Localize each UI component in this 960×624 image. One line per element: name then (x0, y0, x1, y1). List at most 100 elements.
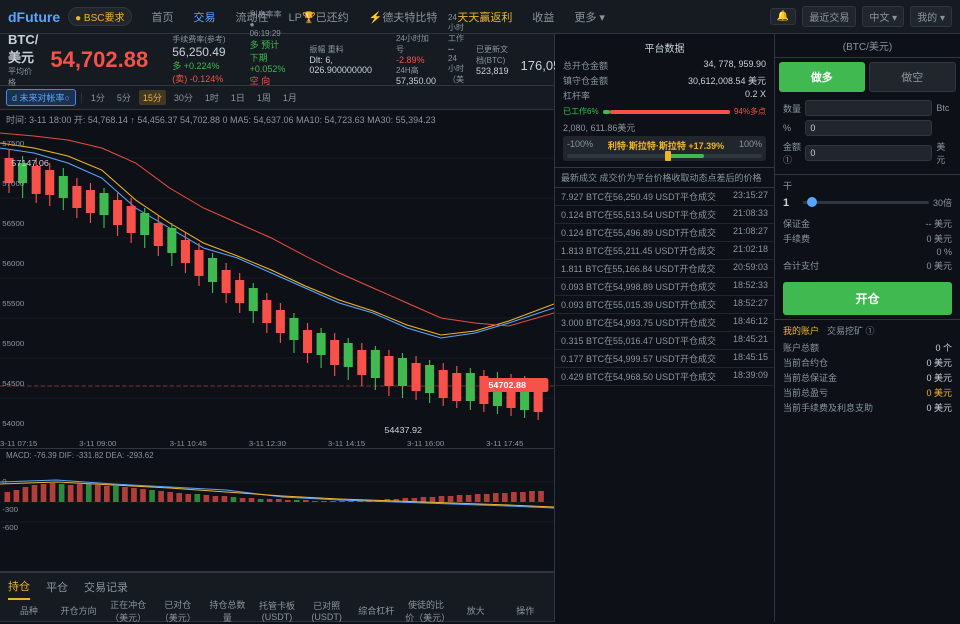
btn-open[interactable]: 开仓 (783, 282, 952, 315)
time-3: 3-11 10:45 (170, 439, 207, 447)
ticker-interest-up: 多 预计下期 +0.052% (250, 38, 286, 74)
trade-item-3: 1.813 BTC在55,211.45 USDT开仓成交 21:02:18 (555, 242, 774, 260)
ticker-doc-value: 523,819 (476, 66, 509, 76)
trade-item-10: 0.429 BTC在54,968.50 USDT平仓成交 18:39:09 (555, 368, 774, 386)
tf-15m[interactable]: 15分 (139, 90, 166, 105)
chart-high-label: 57147.06 (11, 159, 49, 168)
tf-1mo[interactable]: 1月 (279, 90, 301, 105)
trade-desc-1: 0.124 BTC在55,513.54 USDT平仓成交 (561, 208, 718, 221)
chart-svg: 57500 57000 56500 56000 55500 55000 5450… (0, 128, 554, 448)
ticker-avg-label: 平均价格 (8, 66, 38, 88)
leverage-track[interactable] (803, 201, 929, 204)
tf-1d[interactable]: 1日 (227, 90, 249, 105)
tf-1w[interactable]: 1周 (253, 90, 275, 105)
current-price-badge: 54702.88 (488, 381, 526, 390)
col-entry-price: 使徒的比价（美元） (405, 598, 447, 624)
platform-stats: 平台数据 总开仓金额 34, 778, 959.90 镇守仓金额 30,612,… (555, 34, 774, 168)
fee-row-pct: 0 % (783, 247, 952, 257)
tab-history[interactable]: 平仓 (46, 575, 68, 599)
ticker-high-label: 24H高 (396, 65, 436, 76)
platform-stat-1: 镇守仓金额 30,612,008.54 美元 (563, 74, 766, 87)
nav-recent-trades[interactable]: 最近交易 (802, 6, 856, 27)
sentiment-indicator (665, 151, 671, 161)
ticker-work-label: 24小时工作 (448, 13, 464, 44)
account-tab-main[interactable]: 我的账户 (783, 324, 819, 337)
nav-dft[interactable]: ⚡德夫特比特 (361, 5, 446, 29)
sentiment-pos100: 100% (739, 139, 762, 152)
account-tab-mining[interactable]: 交易挖矿 ① (827, 324, 875, 337)
trade-desc-0: 7.927 BTC在56,250.49 USDT平仓成交 (561, 190, 718, 203)
leverage-thumb[interactable] (807, 197, 817, 207)
trade-time-10: 18:39:09 (718, 370, 768, 383)
nav-notification[interactable]: 🔔 (770, 8, 796, 25)
amount-input[interactable] (805, 145, 932, 161)
btn-short[interactable]: 做空 (869, 62, 957, 92)
form-row-quantity: 数量 Btc (783, 100, 952, 116)
nav-account[interactable]: 我的 ▾ (910, 6, 952, 27)
ticker-price: 54,702.88 (50, 47, 148, 73)
deposit-label: 保证金 (783, 217, 810, 230)
trade-desc-7: 3.000 BTC在54,993.75 USDT开仓成交 (561, 316, 718, 329)
quantity-input[interactable] (805, 100, 932, 116)
nav-lp[interactable]: LP🏆已还约 (281, 5, 357, 29)
trade-time-6: 18:52:27 (718, 298, 768, 311)
nav-language[interactable]: 中文 ▾ (862, 6, 904, 27)
stat-label-2: 杠杆率 (563, 89, 590, 102)
account-val-1: 0 美元 (926, 356, 952, 369)
ticker-doc-block: 已更新文档(BTC) 523,819 (476, 44, 509, 76)
nav-home[interactable]: 首页 (144, 5, 182, 29)
chart-mode-btn[interactable]: d 未来对帐率○ (6, 89, 76, 106)
ticker-work-value: -- (448, 44, 464, 54)
sentiment-bar: -100% 利特·斯拉特·斯拉特 +17.39% 100% (563, 136, 766, 161)
ticker-symbol: BTC/美元 (8, 32, 38, 66)
dea-line (0, 482, 554, 507)
ticker-change-label: 24小时加号 (396, 33, 436, 55)
tf-5m[interactable]: 5分 (113, 90, 135, 105)
trade-time-8: 18:45:21 (718, 334, 768, 347)
nav-more[interactable]: 更多 ▾ (566, 5, 613, 29)
ma5-line (0, 148, 554, 338)
ticker-ref-price: 56,250.49 (172, 45, 225, 59)
percent-input[interactable] (805, 120, 932, 136)
trade-time-9: 18:45:15 (718, 352, 768, 365)
account-label-0: 账户总额 (783, 341, 819, 354)
leverage-section: 干 1 30倍 (775, 174, 960, 213)
col-quantity: 持仓总数量 (207, 598, 249, 624)
time-2: 3-11 09:00 (79, 439, 116, 447)
trade-item-2: 0.124 BTC在55,496.89 USDT开仓成交 21:08:27 (555, 224, 774, 242)
bsc-badge[interactable]: ● BSC要求 (68, 7, 131, 26)
stat-val-2: 0.2 X (745, 89, 766, 102)
platform-title: 平台数据 (563, 40, 766, 55)
account-section: 我的账户 交易挖矿 ① 账户总额 0 个 当前合约仓 0 美元 当前总保证金 0… (775, 319, 960, 622)
tf-1h[interactable]: 1时 (201, 90, 223, 105)
platform-pnl-row: 2,080, 611.86美元 (563, 121, 766, 134)
account-row-1: 当前合约仓 0 美元 (783, 356, 952, 369)
fee-row-deposit: 保证金 -- 美元 (783, 217, 952, 230)
fee-info: 保证金 -- 美元 手续费 0 美元 0 % 合计支付 0 美元 (775, 213, 960, 278)
trade-item-5: 0.093 BTC在54,998.89 USDT开仓成交 18:52:33 (555, 278, 774, 296)
account-row-2: 当前总保证金 0 美元 (783, 371, 952, 384)
trade-item-0: 7.927 BTC在56,250.49 USDT平仓成交 23:15:27 (555, 188, 774, 206)
tf-30m[interactable]: 30分 (170, 90, 197, 105)
tf-1m[interactable]: 1分 (87, 90, 109, 105)
macd-svg: 0 -300 -600 (0, 462, 554, 532)
chart-area: d 未来对帐率○ | 1分 5分 15分 30分 1时 1日 1周 1月 时间:… (0, 86, 554, 571)
trade-item-7: 3.000 BTC在54,993.75 USDT开仓成交 18:46:12 (555, 314, 774, 332)
trade-desc-8: 0.315 BTC在55,016.47 USDT平仓成交 (561, 334, 718, 347)
trades-header-text: 最新成交 成交价为平台价格收取动态点差后的价格 (561, 171, 762, 184)
leverage-long-label: 已工作6% (563, 106, 599, 117)
deposit-value: -- 美元 (926, 217, 953, 230)
nav-trade[interactable]: 交易 (186, 5, 224, 29)
tab-positions[interactable]: 持仓 (8, 574, 30, 600)
col-expand: 放大 (455, 604, 497, 617)
trade-desc-4: 1.811 BTC在55,166.84 USDT开仓成交 (561, 262, 718, 275)
tab-trades[interactable]: 交易记录 (84, 575, 128, 599)
macd-area: MACD: -76.39 DIF: -331.82 DEA: -293.62 (0, 448, 554, 538)
account-tabs: 我的账户 交易挖矿 ① (783, 324, 952, 337)
leverage-short-label: 94%多点 (734, 106, 766, 117)
nav-yield[interactable]: 收益 (524, 5, 562, 29)
account-val-4: 0 美元 (926, 401, 952, 414)
btn-long[interactable]: 做多 (779, 62, 865, 92)
col-current-impact: 正在冲仓（美元） (107, 598, 149, 624)
leverage-label: 干 (783, 179, 792, 192)
